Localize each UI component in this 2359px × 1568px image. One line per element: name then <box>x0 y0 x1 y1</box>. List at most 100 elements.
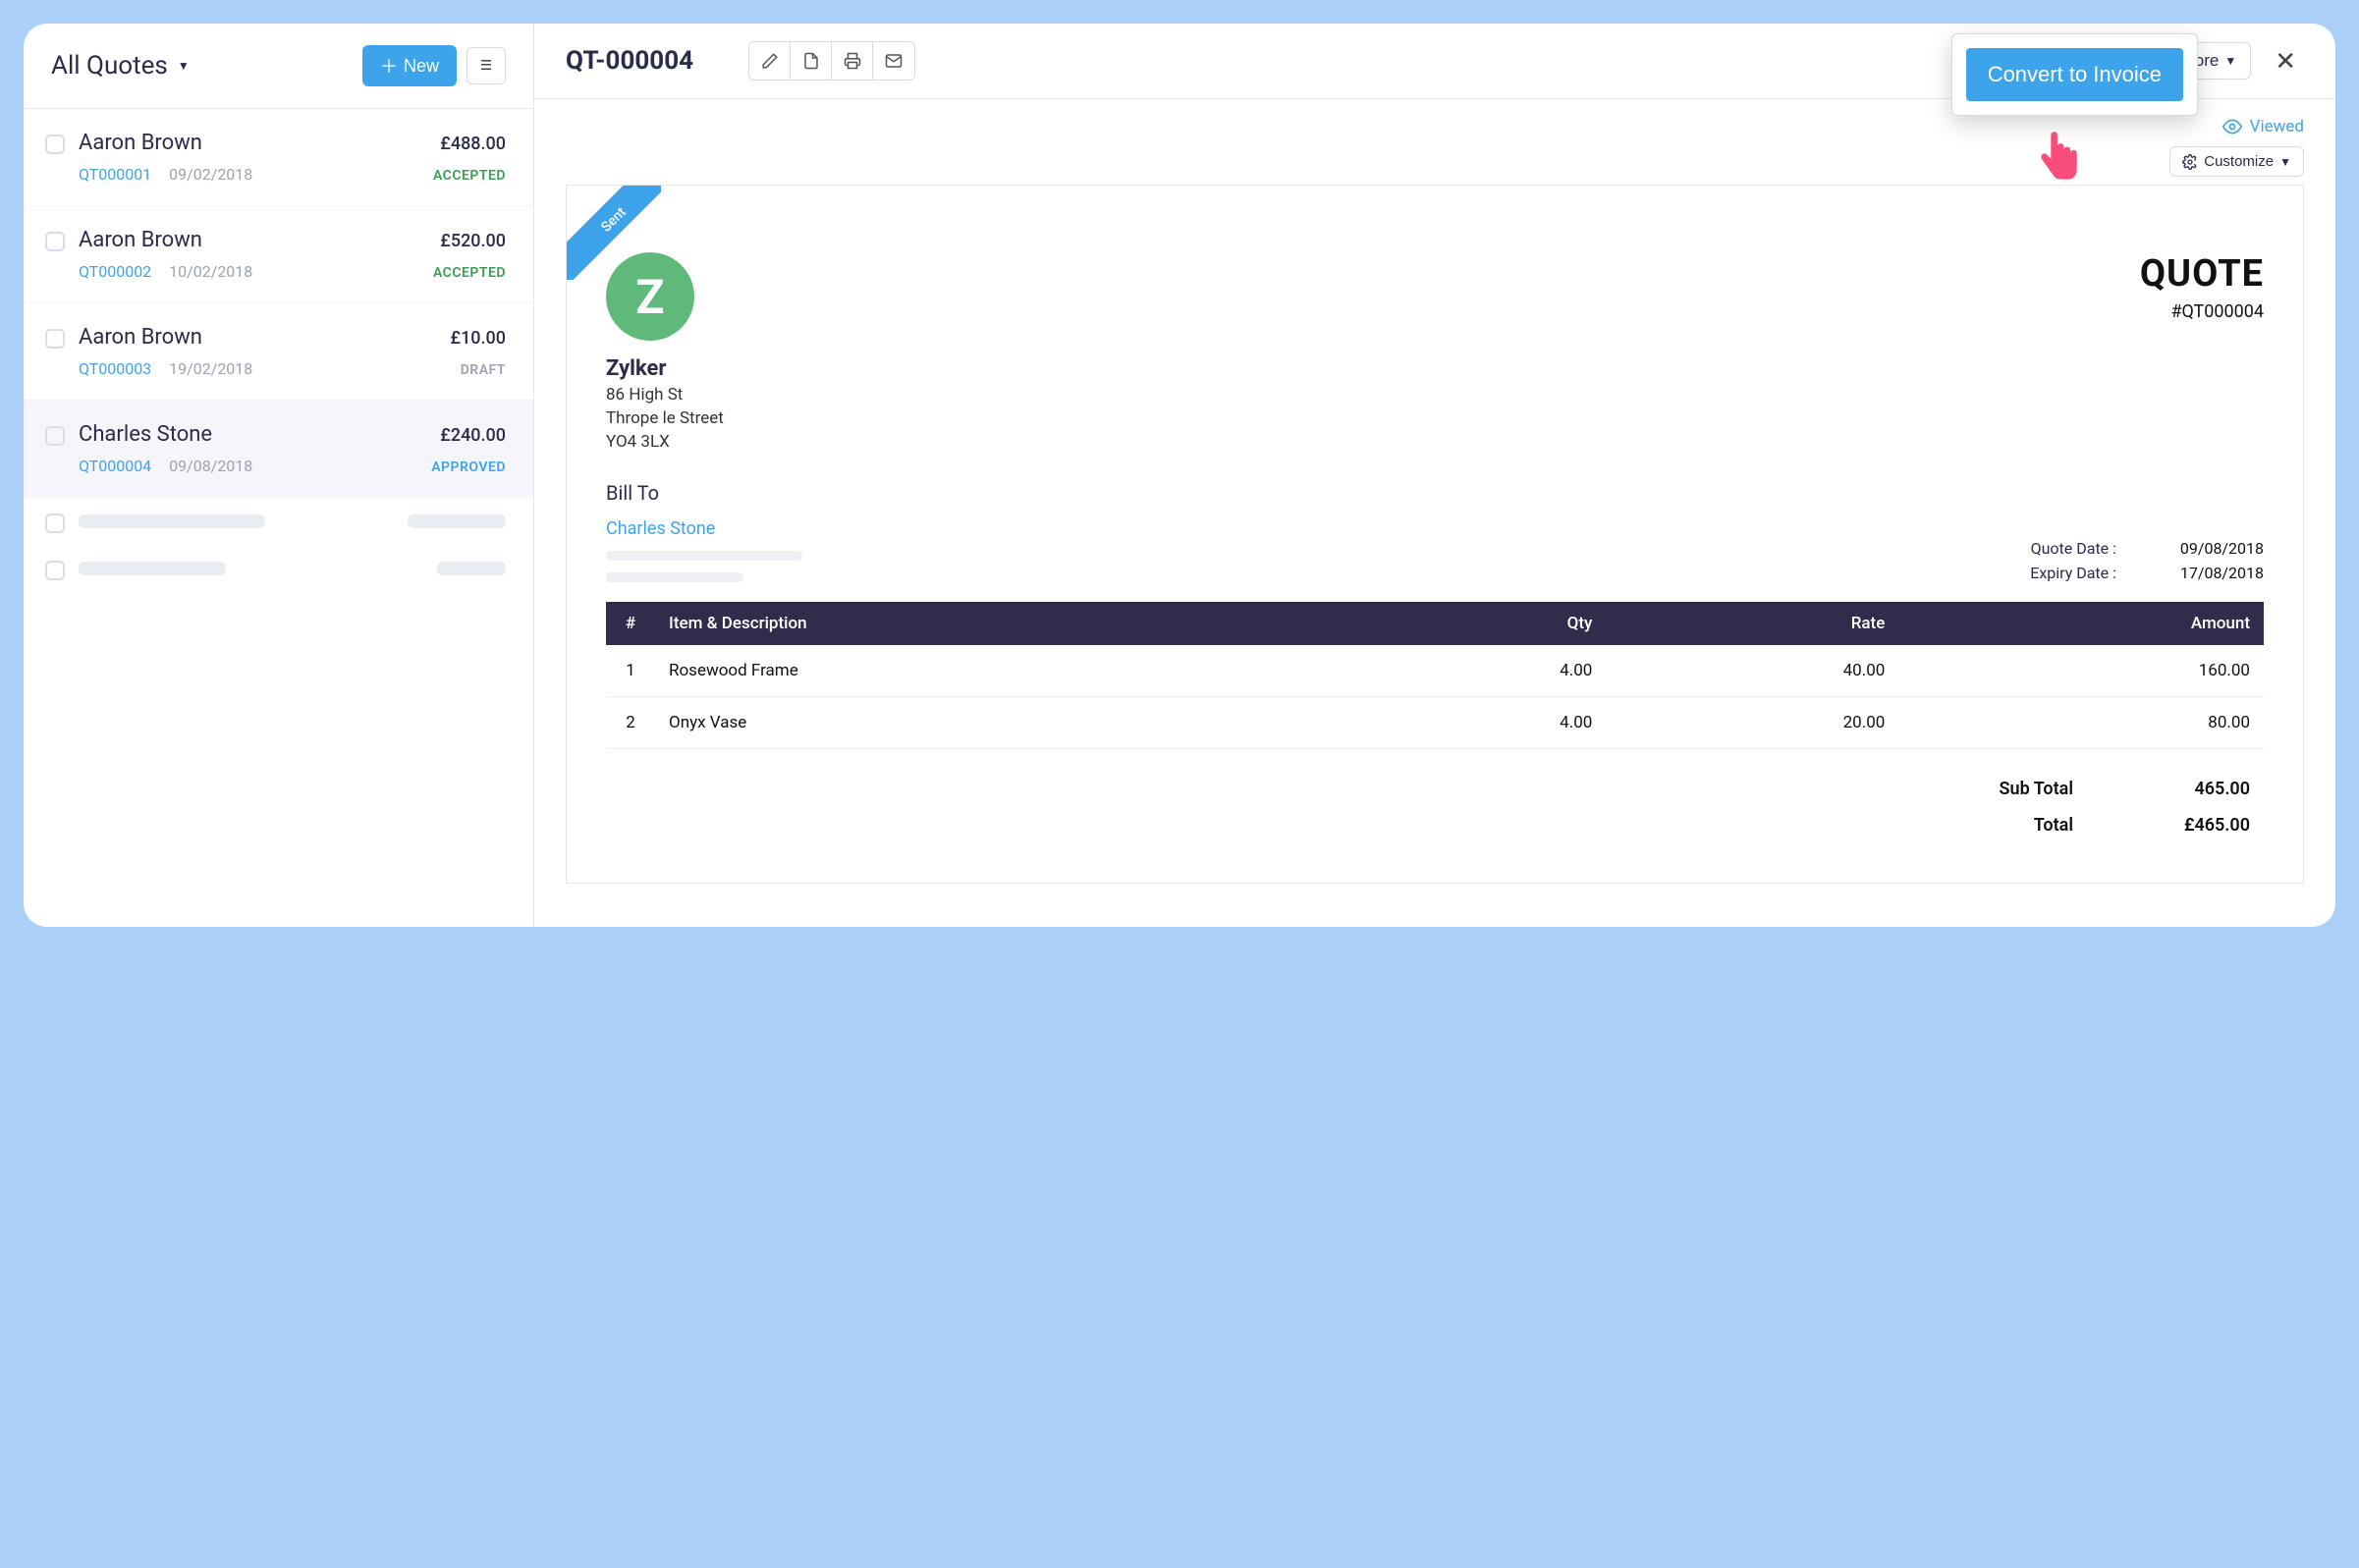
totals-block: Sub Total 465.00 Total £465.00 <box>606 771 2264 843</box>
item-amount: 160.00 <box>1898 645 2264 697</box>
close-icon: ✕ <box>2275 46 2296 76</box>
table-row: 2 Onyx Vase 4.00 20.00 80.00 <box>606 697 2264 749</box>
quote-date: 10/02/2018 <box>169 262 252 281</box>
item-rate: 40.00 <box>1606 645 1898 697</box>
quotes-list-header: All Quotes ▼ ＋ New ☰ <box>24 24 533 109</box>
filter-dropdown[interactable]: All Quotes ▼ <box>51 51 190 81</box>
caret-down-icon: ▼ <box>2279 155 2291 169</box>
skeleton-row <box>24 545 533 592</box>
expiry-date-value: 17/08/2018 <box>2156 564 2264 582</box>
quote-status: ACCEPTED <box>433 265 506 281</box>
document-type-label: QUOTE <box>2140 252 2264 296</box>
caret-down-icon: ▼ <box>178 59 190 73</box>
row-checkbox[interactable] <box>45 232 65 251</box>
subtotal-value: 465.00 <box>2132 779 2250 799</box>
gear-icon <box>2182 154 2198 170</box>
customer-name: Aaron Brown <box>79 325 202 350</box>
detail-body: Viewed Customize ▼ Sent Z Zylker <box>534 99 2335 927</box>
customize-button[interactable]: Customize ▼ <box>2169 146 2304 177</box>
item-description: Onyx Vase <box>655 697 1353 749</box>
quote-date: 09/08/2018 <box>169 457 252 475</box>
quote-list-item[interactable]: Aaron Brown £10.00 QT000003 19/02/2018 D… <box>24 303 533 401</box>
detail-title: QT-000004 <box>566 46 693 76</box>
quote-status: DRAFT <box>461 362 506 378</box>
total-value: £465.00 <box>2132 815 2250 836</box>
customer-name: Aaron Brown <box>79 131 202 155</box>
item-number: 1 <box>606 645 655 697</box>
quote-date-label: Quote Date : <box>2031 539 2116 558</box>
mail-icon <box>885 52 903 70</box>
new-quote-button[interactable]: ＋ New <box>362 45 457 86</box>
email-button[interactable] <box>873 42 914 80</box>
line-items-table: # Item & Description Qty Rate Amount 1 R… <box>606 602 2264 749</box>
quote-list-item[interactable]: Charles Stone £240.00 QT000004 09/08/201… <box>24 401 533 498</box>
item-qty: 4.00 <box>1353 697 1607 749</box>
quote-document: Sent Z Zylker 86 High St Thrope le Stree… <box>566 185 2304 884</box>
quote-date-value: 09/08/2018 <box>2156 539 2264 558</box>
row-checkbox[interactable] <box>45 135 65 154</box>
convert-to-invoice-button[interactable]: Convert to Invoice <box>1966 48 2183 101</box>
quote-reference: QT000001 <box>79 165 151 184</box>
pdf-icon <box>802 52 820 70</box>
convert-label: Convert to Invoice <box>1988 62 2162 86</box>
pencil-icon <box>761 52 779 70</box>
ribbon-label: Sent <box>567 186 661 280</box>
pdf-button[interactable] <box>791 42 832 80</box>
caret-down-icon: ▼ <box>2224 54 2236 68</box>
expiry-date-label: Expiry Date : <box>2030 564 2116 582</box>
quote-amount: £520.00 <box>440 231 506 251</box>
list-menu-button[interactable]: ☰ <box>466 47 506 84</box>
item-description: Rosewood Frame <box>655 645 1353 697</box>
company-address-line: 86 High St <box>606 385 724 405</box>
quote-list-item[interactable]: Aaron Brown £488.00 QT000001 09/02/2018 … <box>24 109 533 206</box>
skeleton-row <box>24 498 533 545</box>
status-ribbon: Sent <box>567 186 661 280</box>
customer-name: Charles Stone <box>79 422 212 447</box>
quote-date: 19/02/2018 <box>169 359 252 378</box>
quote-status: APPROVED <box>431 460 506 475</box>
col-description: Item & Description <box>655 602 1353 645</box>
close-detail-button[interactable]: ✕ <box>2267 42 2304 81</box>
eye-icon <box>2222 117 2242 136</box>
item-qty: 4.00 <box>1353 645 1607 697</box>
table-row: 1 Rosewood Frame 4.00 40.00 160.00 <box>606 645 2264 697</box>
bill-to-label: Bill To <box>606 481 802 505</box>
quote-amount: £10.00 <box>450 328 506 349</box>
company-address-line: Thrope le Street <box>606 408 724 428</box>
plus-icon: ＋ <box>380 53 398 79</box>
quote-amount: £240.00 <box>440 425 506 446</box>
bill-to-name: Charles Stone <box>606 518 802 539</box>
item-number: 2 <box>606 697 655 749</box>
detail-header: QT-000004 More ▼ <box>534 24 2335 99</box>
dates-block: Quote Date : 09/08/2018 Expiry Date : 17… <box>2030 533 2264 582</box>
document-number: #QT000004 <box>2140 301 2264 322</box>
total-label: Total <box>2034 815 2073 836</box>
quote-reference: QT000002 <box>79 262 151 281</box>
quote-reference: QT000004 <box>79 457 151 475</box>
col-rate: Rate <box>1606 602 1898 645</box>
hamburger-icon: ☰ <box>480 58 492 74</box>
new-button-label: New <box>404 56 439 77</box>
viewed-indicator: Viewed <box>566 117 2304 136</box>
quotes-list-panel: All Quotes ▼ ＋ New ☰ Aaron Brown £488.00 <box>24 24 534 927</box>
quote-reference: QT000003 <box>79 359 151 378</box>
customer-name: Aaron Brown <box>79 228 202 252</box>
item-rate: 20.00 <box>1606 697 1898 749</box>
detail-toolbar <box>748 41 915 81</box>
col-qty: Qty <box>1353 602 1607 645</box>
list-header-actions: ＋ New ☰ <box>362 45 506 86</box>
company-name: Zylker <box>606 356 724 381</box>
customize-label: Customize <box>2204 153 2274 170</box>
print-button[interactable] <box>832 42 873 80</box>
row-checkbox[interactable] <box>45 426 65 446</box>
row-checkbox[interactable] <box>45 329 65 349</box>
item-amount: 80.00 <box>1898 697 2264 749</box>
quote-detail-panel: QT-000004 More ▼ <box>534 24 2335 927</box>
company-address-line: YO4 3LX <box>606 432 724 452</box>
viewed-label: Viewed <box>2250 117 2304 136</box>
filter-label: All Quotes <box>51 51 168 81</box>
printer-icon <box>844 52 861 70</box>
app-window: All Quotes ▼ ＋ New ☰ Aaron Brown £488.00 <box>24 24 2335 927</box>
edit-button[interactable] <box>749 42 791 80</box>
quote-list-item[interactable]: Aaron Brown £520.00 QT000002 10/02/2018 … <box>24 206 533 303</box>
